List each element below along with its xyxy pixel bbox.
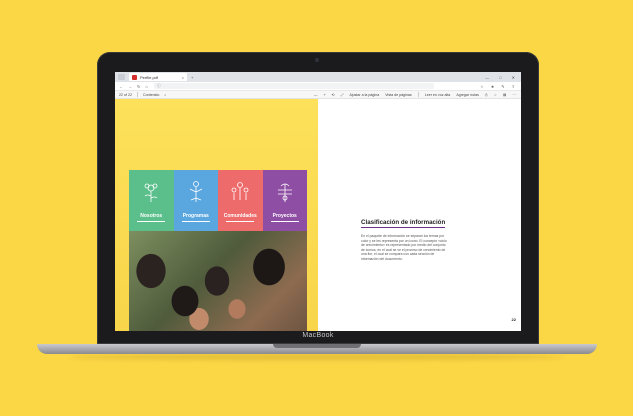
search-icon[interactable]: ⌕	[164, 93, 166, 97]
pdf-toolbar: 22 of 22 Contenido ⌕ — + ⟲ ⤢ Ajustar a l…	[115, 91, 521, 99]
category-label: Proyectos	[272, 213, 297, 219]
notes-icon[interactable]: ✎	[501, 84, 504, 89]
lid-notch	[273, 344, 361, 348]
category-label: Nosotros	[140, 213, 163, 219]
category-nosotros: Nosotros	[129, 170, 174, 231]
browser-tab[interactable]: Perfile.pdf ×	[129, 73, 187, 81]
section-paragraph: En el paquete de información se separan …	[361, 234, 447, 261]
plant-icon	[277, 183, 292, 202]
minimize-button[interactable]: —	[485, 75, 489, 80]
forward-icon[interactable]: →	[128, 84, 132, 89]
share-icon[interactable]: ⇪	[512, 84, 515, 89]
category-strip: Nosotros Programas Comunidades Proyectos	[129, 170, 307, 231]
zoom-out-button[interactable]: —	[314, 93, 318, 97]
flower-icon	[144, 183, 158, 202]
category-label: Comunidades	[223, 213, 257, 219]
read-aloud-button[interactable]: Leer en voz alta	[425, 93, 451, 97]
divider	[417, 92, 419, 97]
maximize-button[interactable]: □	[499, 75, 501, 80]
category-comunidades: Comunidades	[218, 170, 263, 231]
label-underline	[137, 221, 165, 222]
laptop-lid: Perfile.pdf × + — □ ✕ ← → ↻ ⌂ ⓘ ☆ ★ ✎ ⇪ …	[97, 52, 539, 344]
laptop-base	[37, 344, 597, 354]
laptop-screen: Perfile.pdf × + — □ ✕ ← → ↻ ⌂ ⓘ ☆ ★ ✎ ⇪ …	[115, 72, 521, 331]
favorites-icon[interactable]: ★	[491, 84, 495, 89]
section-heading: Clasificación de información	[361, 219, 446, 226]
device-brand: MacBook	[302, 332, 334, 339]
close-window-button[interactable]: ✕	[512, 75, 515, 80]
tab-actions-icon[interactable]	[118, 74, 125, 80]
zoom-in-button[interactable]: +	[323, 93, 325, 97]
info-icon: ⓘ	[156, 83, 161, 88]
new-tab-button[interactable]: +	[191, 75, 193, 80]
category-label: Programas	[182, 213, 209, 219]
address-bar: ← → ↻ ⌂ ⓘ ☆ ★ ✎ ⇪	[115, 82, 521, 91]
window-controls: — □ ✕	[485, 75, 515, 80]
tab-title: Perfile.pdf	[140, 74, 159, 80]
reading-view-icon[interactable]: ☆	[480, 84, 484, 89]
category-proyectos: Proyectos	[262, 170, 307, 231]
contents-button[interactable]: Contenido	[143, 93, 159, 97]
label-underline	[181, 221, 210, 222]
fullscreen-icon[interactable]: ⤢	[341, 93, 344, 97]
category-programas: Programas	[173, 170, 218, 231]
fit-page-button[interactable]: Ajustar a la página	[349, 93, 379, 97]
divider	[137, 92, 138, 97]
more-icon[interactable]: ⋯	[512, 93, 516, 97]
pdf-icon	[132, 74, 137, 80]
pdf-page-right: Clasificación de información En el paque…	[318, 99, 521, 331]
url-field[interactable]: ⓘ	[153, 83, 434, 89]
refresh-icon[interactable]: ↻	[137, 84, 140, 89]
cover-card: Nosotros Programas Comunidades Proyectos	[129, 170, 307, 331]
screen-bezel-bottom: MacBook	[97, 331, 539, 344]
heading-underline	[361, 227, 445, 228]
laptop-shadow	[70, 354, 564, 360]
add-notes-button[interactable]: Agregar notas	[456, 93, 479, 97]
label-underline	[226, 221, 254, 222]
back-icon[interactable]: ←	[119, 84, 123, 89]
sprout-icon	[189, 181, 202, 202]
hub-icon[interactable]: ▤	[503, 93, 506, 97]
people-icon	[231, 182, 249, 200]
browser-tab-bar: Perfile.pdf × + — □ ✕	[115, 72, 521, 82]
home-icon[interactable]: ⌂	[145, 84, 147, 89]
children-photo	[129, 231, 307, 331]
favorite-icon[interactable]: ☆	[494, 93, 497, 97]
label-underline	[270, 221, 299, 222]
camera	[315, 58, 319, 62]
page-number: 22	[511, 317, 516, 322]
page-view-button[interactable]: Vista de páginas	[385, 93, 412, 97]
pdf-page-left: Nosotros Programas Comunidades Proyectos	[115, 99, 318, 331]
rotate-icon[interactable]: ⟲	[332, 93, 335, 97]
print-icon[interactable]: ⎙	[485, 93, 488, 97]
page-indicator[interactable]: 22 of 22	[119, 93, 132, 97]
close-tab-icon[interactable]: ×	[182, 75, 184, 80]
